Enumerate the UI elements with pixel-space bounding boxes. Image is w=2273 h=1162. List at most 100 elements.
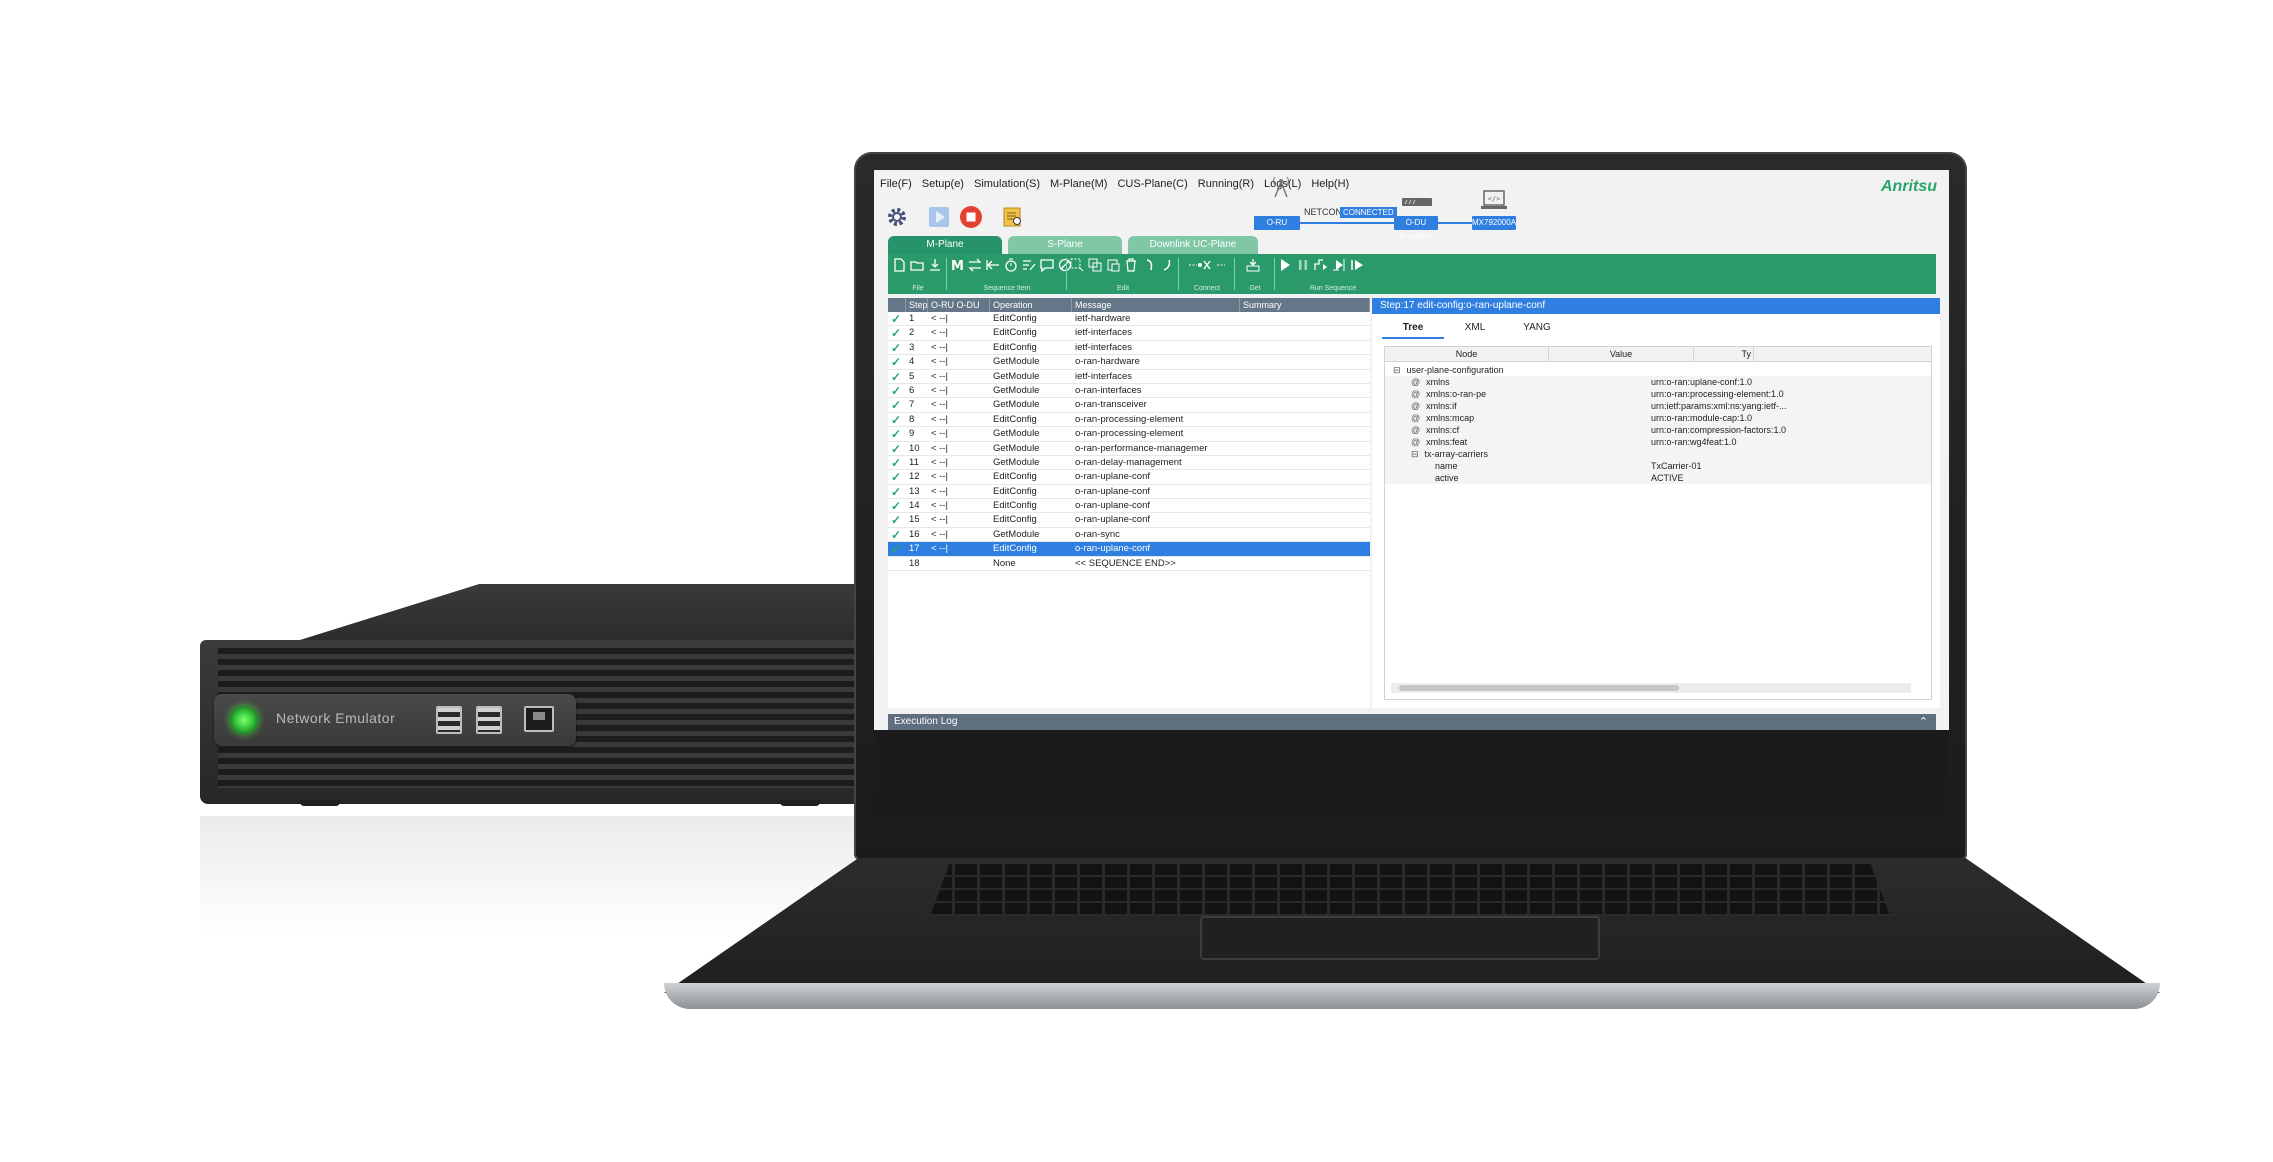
tree-row[interactable]: active ACTIVE <box>1385 472 1931 484</box>
cell-operation: GetModule <box>993 456 1040 468</box>
power-led-icon[interactable] <box>230 706 258 734</box>
svg-text:M: M <box>951 259 964 272</box>
cell-direction: < --| <box>931 327 948 339</box>
column-type[interactable]: Ty <box>1694 347 1754 361</box>
download-icon[interactable] <box>928 258 942 272</box>
column-operation[interactable]: Operation <box>990 298 1072 312</box>
tree-node: @ xmlns:feat <box>1385 436 1467 448</box>
chevron-up-icon[interactable]: ⌃ <box>1919 714 1928 730</box>
table-row[interactable]: ✓ 5 < --| GetModule ietf-interfaces <box>888 370 1370 384</box>
cell-step: 18 <box>909 557 920 569</box>
table-row[interactable]: ✓ 16 < --| GetModule o-ran-sync <box>888 528 1370 543</box>
emulator-front-panel: Network Emulator <box>200 640 860 804</box>
menu-setup[interactable]: Setup(e) <box>922 178 964 194</box>
table-row[interactable]: ✓ 15 < --| EditConfig o-ran-uplane-conf <box>888 513 1370 528</box>
cut-icon[interactable] <box>1070 258 1084 272</box>
tree-row[interactable]: @ xmlns urn:o-ran:uplane-conf:1.0 <box>1385 376 1931 388</box>
table-row[interactable]: ✓ 3 < --| EditConfig ietf-interfaces <box>888 341 1370 356</box>
tree-row[interactable]: @ xmlns:cf urn:o-ran:compression-factors:1… <box>1385 424 1931 436</box>
tab-downlink-uc-plane[interactable]: Downlink UC-Plane <box>1128 236 1258 254</box>
menu-file[interactable]: File(F) <box>880 178 912 194</box>
table-row[interactable]: ✓ 9 < --| GetModule o-ran-processing-element <box>888 427 1370 442</box>
table-row[interactable]: ✓ 8 < --| EditConfig o-ran-processing-elemen… <box>888 413 1370 428</box>
table-row[interactable]: ✓ 12 < --| EditConfig o-ran-uplane-conf <box>888 470 1370 485</box>
settings-button[interactable] <box>884 204 910 230</box>
redo-icon[interactable] <box>1160 258 1174 272</box>
log-viewer-button[interactable] <box>1000 204 1026 230</box>
tree-row[interactable]: @ xmlns:feat urn:o-ran:wg4feat:1.0 <box>1385 436 1931 448</box>
table-row[interactable]: ✓ 14 < --| EditConfig o-ran-uplane-conf <box>888 499 1370 514</box>
tree-row[interactable]: @ xmlns:if urn:ietf:params:xml:ns:yang:iet… <box>1385 400 1931 412</box>
delete-icon[interactable] <box>1124 258 1138 272</box>
collapse-icon[interactable]: ⊟ <box>1411 449 1419 459</box>
tree-row[interactable]: @ xmlns:mcap urn:o-ran:module-cap:1.0 <box>1385 412 1931 424</box>
cell-step: 2 <box>909 327 915 339</box>
menu-simulation[interactable]: Simulation(S) <box>974 178 1040 194</box>
new-file-icon[interactable] <box>892 258 906 272</box>
run-sequence-icon[interactable] <box>1278 258 1292 272</box>
tab-tree[interactable]: Tree <box>1382 322 1444 339</box>
column-direction[interactable]: O-RU O-DU <box>928 298 990 312</box>
run-to-cursor-icon[interactable] <box>1332 258 1346 272</box>
pause-icon[interactable] <box>1296 258 1310 272</box>
controller-link <box>1438 222 1472 224</box>
table-row[interactable]: ✓ 1 < --| EditConfig ietf-hardware <box>888 312 1370 327</box>
table-row[interactable]: ✓ 6 < --| GetModule o-ran-interfaces <box>888 383 1370 399</box>
table-row[interactable]: ✓ 10 < --| GetModule o-ran-performance-manag… <box>888 442 1370 456</box>
horizontal-scrollbar[interactable] <box>1391 683 1911 693</box>
open-folder-icon[interactable] <box>910 258 924 272</box>
table-row[interactable]: 18 None << SEQUENCE END>> <box>888 557 1370 572</box>
tab-xml[interactable]: XML <box>1444 322 1506 339</box>
comment-icon[interactable] <box>1040 258 1054 272</box>
cell-operation: EditConfig <box>993 413 1037 425</box>
column-message[interactable]: Message <box>1072 298 1240 312</box>
status-check-icon <box>888 557 906 570</box>
collapse-icon[interactable]: ⊟ <box>1393 365 1401 375</box>
ribbon-group-edit: Edit <box>1070 254 1176 294</box>
stop-button[interactable] <box>958 204 984 230</box>
run-button[interactable] <box>926 204 952 230</box>
cell-operation: EditConfig <box>993 327 1037 339</box>
cell-direction: < --| <box>931 528 948 540</box>
status-check-icon: ✓ <box>891 383 902 398</box>
menu-m-plane[interactable]: M-Plane(M) <box>1050 178 1107 194</box>
column-value[interactable]: Value <box>1549 347 1694 361</box>
table-row[interactable]: ✓ 11 < --| GetModule o-ran-delay-management <box>888 456 1370 471</box>
table-row[interactable]: ✓ 7 < --| GetModule o-ran-transceiver <box>888 398 1370 413</box>
edit-list-icon[interactable] <box>1022 258 1036 272</box>
timer-icon[interactable] <box>1004 258 1018 272</box>
copy-icon[interactable] <box>1088 258 1102 272</box>
tree-row[interactable]: @ xmlns:o-ran-pe urn:o-ran:processing-elem… <box>1385 388 1931 400</box>
run-to-end-icon[interactable] <box>1350 258 1364 272</box>
m-plane-message-icon[interactable]: M <box>950 258 964 272</box>
tree-row[interactable]: name TxCarrier-01 <box>1385 460 1931 472</box>
connect-icon[interactable] <box>1188 258 1226 272</box>
table-row[interactable]: ✓ 2 < --| EditConfig ietf-interfaces <box>888 326 1370 341</box>
menu-running[interactable]: Running(R) <box>1198 178 1254 194</box>
table-row[interactable]: ✓ 17 < --| EditConfig o-ran-uplane-conf <box>888 542 1370 557</box>
receive-arrow-icon[interactable] <box>986 258 1000 272</box>
tree-node-name: tx-array-carriers <box>1424 449 1489 459</box>
paste-icon[interactable] <box>1106 258 1120 272</box>
cell-message: o-ran-uplane-conf <box>1075 500 1150 512</box>
cell-step: 4 <box>909 356 915 368</box>
tree-row[interactable]: ⊟ tx-array-carriers <box>1385 448 1931 460</box>
tab-yang[interactable]: YANG <box>1506 322 1568 339</box>
menu-cus-plane[interactable]: CUS-Plane(C) <box>1117 178 1187 194</box>
get-config-icon[interactable] <box>1246 258 1260 272</box>
column-summary[interactable]: Summary <box>1240 298 1370 312</box>
tab-s-plane[interactable]: S-Plane <box>1008 236 1122 254</box>
tab-m-plane[interactable]: M-Plane <box>888 236 1002 254</box>
tree-row[interactable]: ⊟ user-plane-configuration <box>1385 364 1931 376</box>
emulator-feet <box>260 800 820 808</box>
execution-log-bar[interactable]: Execution Log ⌃ <box>888 714 1936 730</box>
cell-message: o-ran-performance-managemer <box>1075 442 1208 454</box>
undo-icon[interactable] <box>1142 258 1156 272</box>
column-node[interactable]: Node <box>1385 347 1549 361</box>
exchange-arrows-icon[interactable] <box>968 258 982 272</box>
table-row[interactable]: ✓ 13 < --| EditConfig o-ran-uplane-conf <box>888 485 1370 500</box>
step-run-icon[interactable] <box>1314 258 1328 272</box>
main-toolbar <box>884 204 1026 230</box>
table-row[interactable]: ✓ 4 < --| GetModule o-ran-hardware <box>888 355 1370 370</box>
column-step[interactable]: Step <box>906 298 928 312</box>
